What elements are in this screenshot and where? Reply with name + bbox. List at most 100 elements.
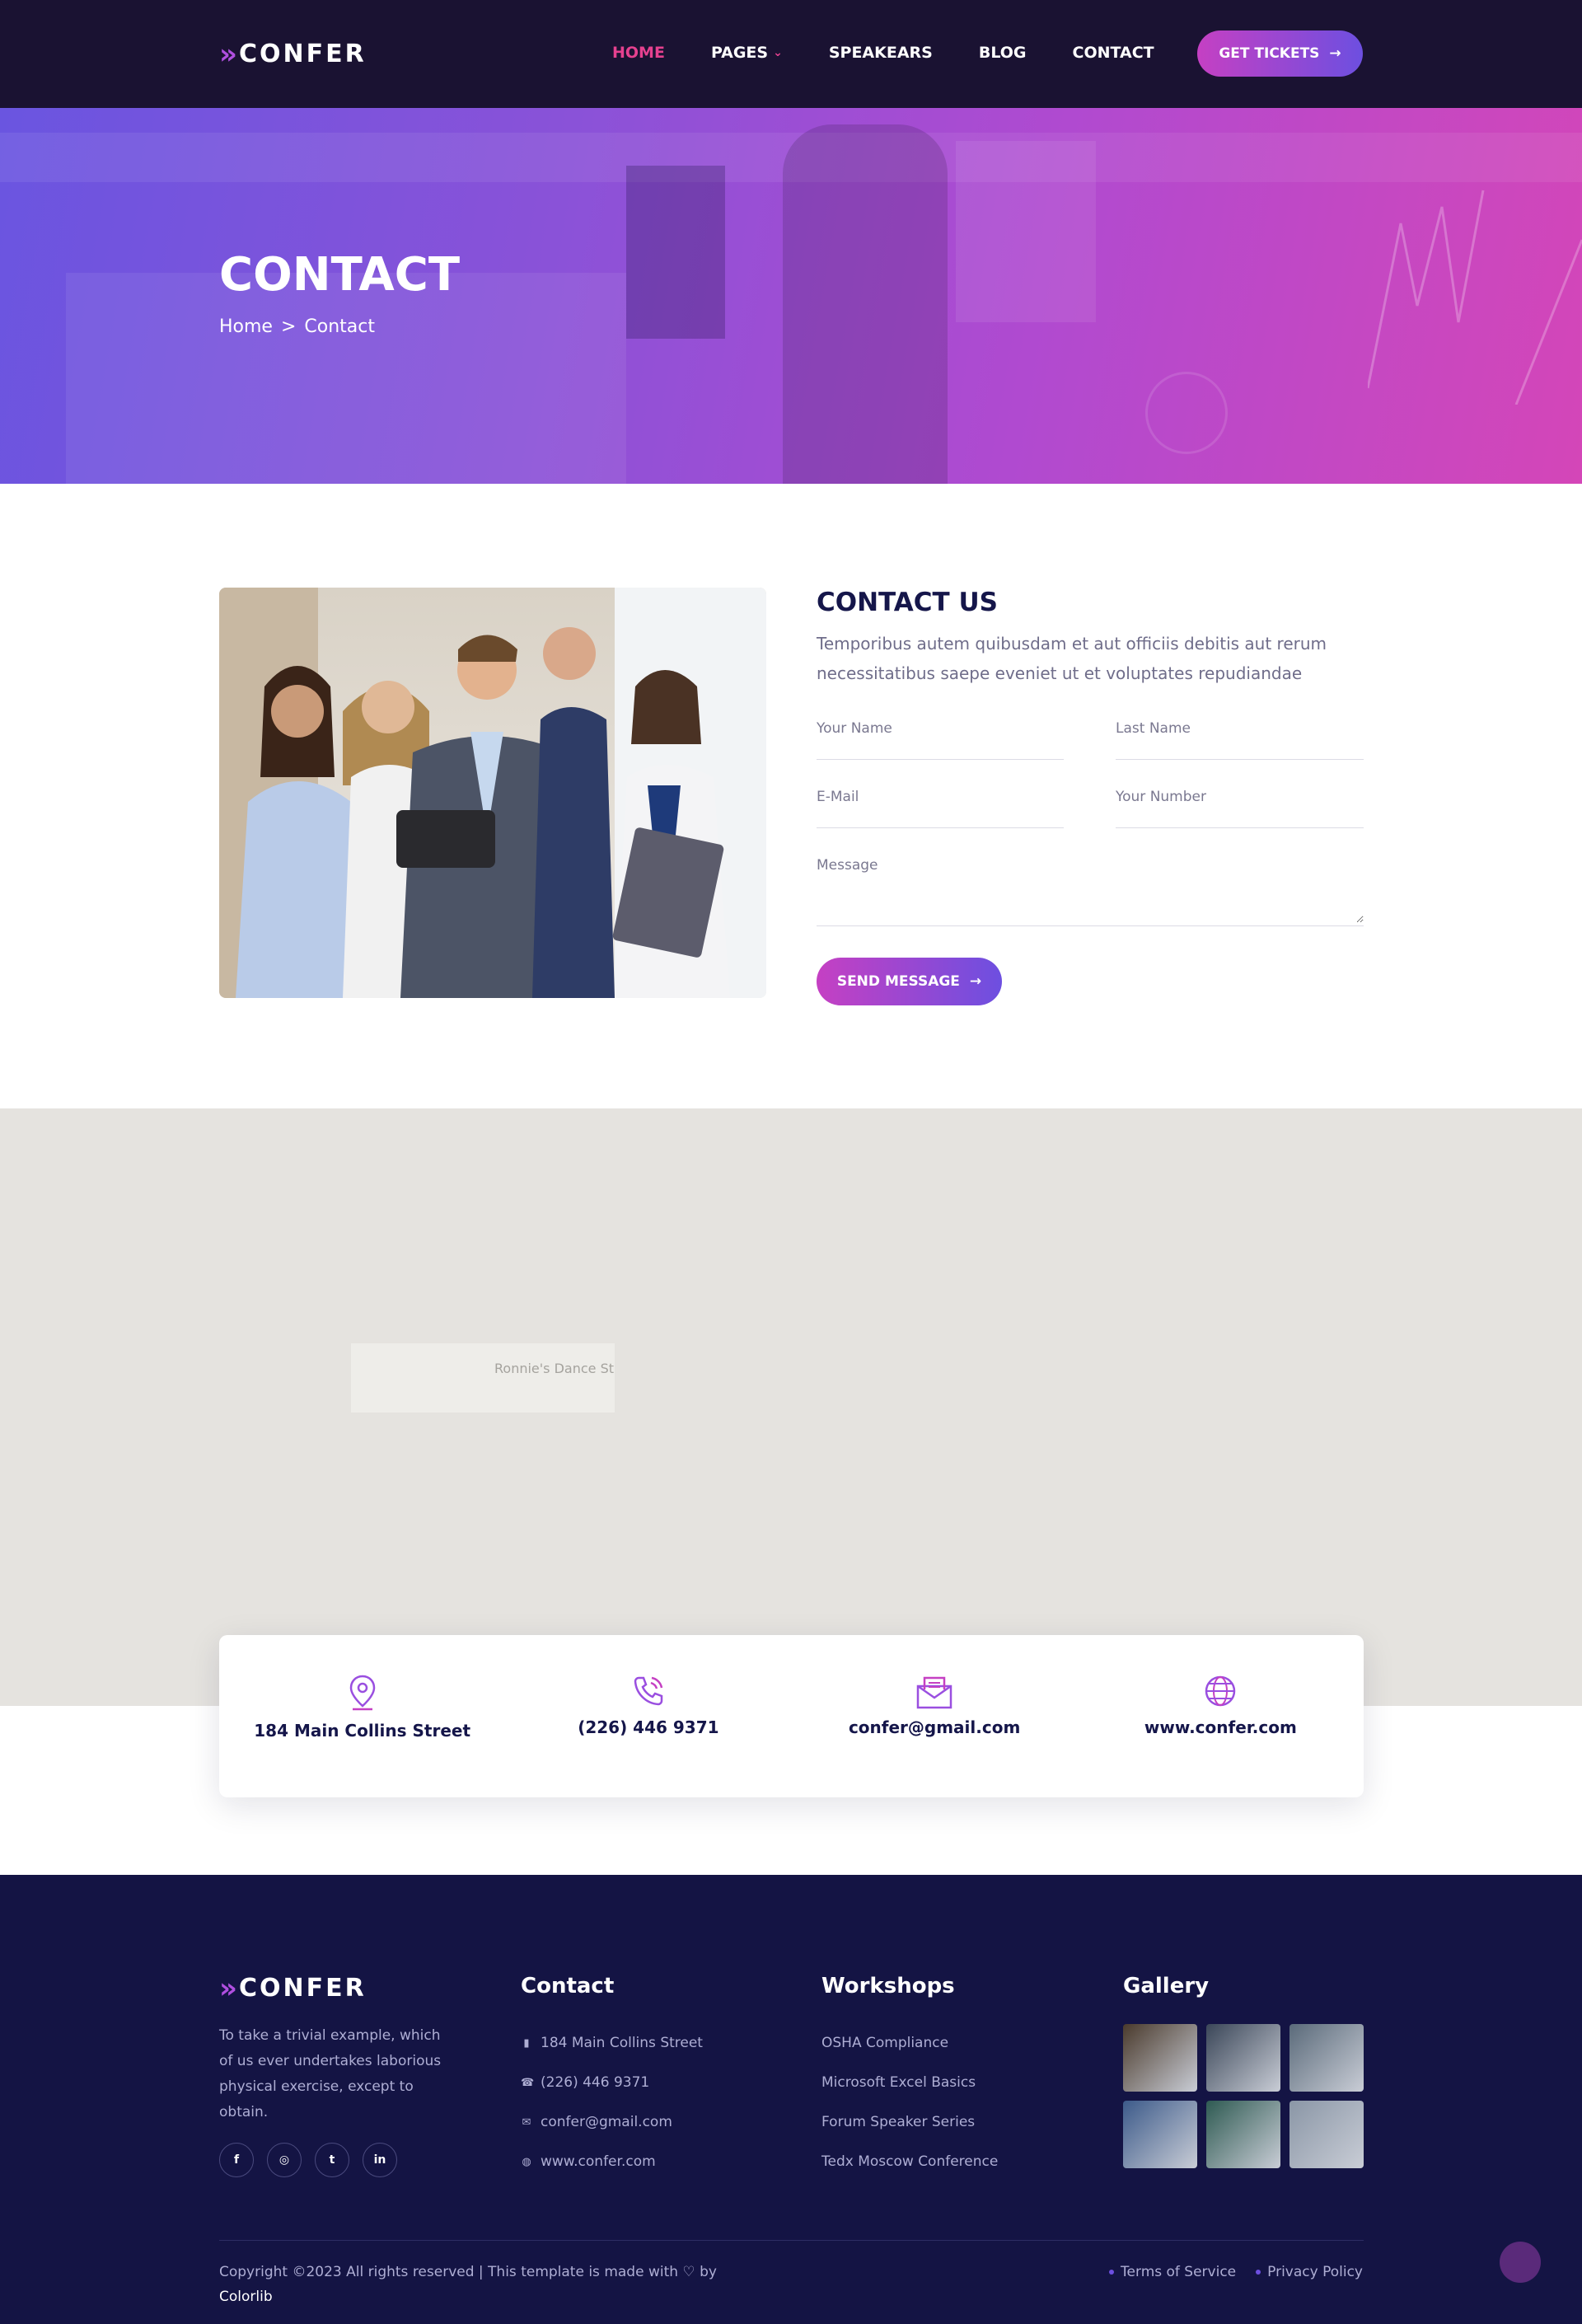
terms-link[interactable]: Terms of Service: [1109, 2264, 1236, 2280]
number-field: [1116, 789, 1364, 828]
nav-item-pages[interactable]: PAGES ⌄: [711, 44, 783, 62]
first-name-input[interactable]: [817, 720, 1064, 737]
first-name-field: [817, 720, 1064, 760]
hero-decoration: [626, 166, 725, 339]
footer-contact-email-text: confer@gmail.com: [541, 2114, 672, 2130]
colorlib-link[interactable]: Colorlib: [219, 2289, 273, 2305]
info-email: confer@gmail.com: [792, 1635, 1078, 1797]
top-navbar: » CONFER HOME PAGES ⌄ SPEAKEARS BLOG CON…: [0, 0, 1582, 108]
footer-about-text: To take a trivial example, which of us e…: [219, 2027, 442, 2120]
contact-title: CONTACT US: [817, 588, 998, 617]
bullet-icon: [1109, 2270, 1115, 2275]
workshop-link[interactable]: Tedx Moscow Conference: [821, 2142, 998, 2181]
footer-contact-address[interactable]: ▮ 184 Main Collins Street: [521, 2023, 703, 2063]
location-map[interactable]: Ronnie's Dance Stu: [0, 1108, 1582, 1706]
copyright-text: Copyright ©2023 All rights reserved | Th…: [219, 2264, 717, 2280]
gallery-thumbnail[interactable]: [1206, 2024, 1280, 2092]
footer-contact-website[interactable]: ◍ www.confer.com: [521, 2142, 703, 2181]
globe-icon: [1205, 1675, 1236, 1707]
hero-decoration: [956, 141, 1096, 322]
hero-decoration: [1368, 190, 1582, 405]
brand-name: CONFER: [238, 40, 367, 68]
workshop-link[interactable]: Forum Speaker Series: [821, 2102, 998, 2142]
site-footer: » CONFER To take a trivial example, whic…: [0, 1875, 1582, 2324]
mail-icon: ✉: [522, 2115, 531, 2129]
number-input[interactable]: [1116, 789, 1364, 805]
footer-contact-email[interactable]: ✉ confer@gmail.com: [521, 2102, 703, 2142]
message-field: [817, 857, 1364, 926]
breadcrumb-home-link[interactable]: Home: [219, 316, 273, 337]
legal-links: Terms of Service Privacy Policy: [1109, 2264, 1363, 2280]
privacy-link-label: Privacy Policy: [1267, 2264, 1363, 2280]
phone-icon: ☎: [521, 2076, 535, 2089]
nav-item-pages-label: PAGES: [710, 44, 769, 62]
facebook-icon[interactable]: f: [219, 2143, 254, 2177]
nav-item-blog[interactable]: BLOG: [979, 44, 1027, 62]
map-place-label: Ronnie's Dance Stu: [494, 1361, 615, 1376]
info-email-text: confer@gmail.com: [848, 1717, 1021, 1737]
map-icon: ▮: [523, 2036, 530, 2050]
contact-info-card: 184 Main Collins Street (226) 446 9371 c…: [219, 1635, 1364, 1797]
nav-item-home[interactable]: HOME: [612, 44, 665, 62]
breadcrumb: Home > Contact: [219, 316, 375, 337]
gallery-thumbnail[interactable]: [1123, 2101, 1197, 2168]
info-address: 184 Main Collins Street: [219, 1635, 505, 1797]
get-tickets-button[interactable]: GET TICKETS →: [1197, 30, 1363, 77]
envelope-icon: [916, 1676, 952, 1709]
send-message-button[interactable]: SEND MESSAGE →: [817, 958, 1002, 1005]
hero-decoration: [66, 273, 626, 484]
chevron-down-icon: ⌄: [773, 46, 783, 59]
arrow-right-icon: →: [1329, 45, 1341, 62]
twitter-icon[interactable]: t: [315, 2143, 349, 2177]
page-title: CONTACT: [219, 248, 461, 302]
last-name-field: [1116, 720, 1364, 760]
back-to-top-button[interactable]: [1500, 2242, 1541, 2283]
team-photo: [219, 588, 766, 998]
hero-decoration: [783, 124, 948, 484]
linkedin-icon[interactable]: in: [363, 2143, 397, 2177]
info-phone-text: (226) 446 9371: [578, 1717, 719, 1737]
privacy-link[interactable]: Privacy Policy: [1256, 2264, 1363, 2280]
last-name-input[interactable]: [1116, 720, 1364, 737]
gallery-thumbnail[interactable]: [1123, 2024, 1197, 2092]
page-hero: CONTACT Home > Contact: [0, 108, 1582, 484]
footer-gallery: [1123, 2024, 1364, 2168]
gallery-thumbnail[interactable]: [1206, 2101, 1280, 2168]
footer-workshops-list: OSHA Compliance Microsoft Excel Basics F…: [821, 2023, 998, 2181]
chevron-logo-icon: »: [219, 1971, 237, 2005]
team-photo-illustration: [219, 588, 766, 998]
email-input[interactable]: [817, 789, 1064, 805]
footer-contact-title: Contact: [521, 1974, 615, 1998]
info-website: www.confer.com: [1078, 1635, 1364, 1797]
arrow-right-icon: →: [969, 973, 982, 990]
workshop-link[interactable]: OSHA Compliance: [821, 2023, 998, 2063]
footer-contact-address-text: 184 Main Collins Street: [541, 2035, 703, 2051]
globe-icon: ◍: [522, 2155, 531, 2168]
footer-contact-phone-text: (226) 446 9371: [541, 2074, 650, 2091]
gallery-thumbnail[interactable]: [1289, 2024, 1364, 2092]
footer-brand-logo[interactable]: » CONFER: [219, 1974, 367, 2003]
footer-brand-name: CONFER: [238, 1974, 367, 2003]
gallery-thumbnail[interactable]: [1289, 2101, 1364, 2168]
footer-gallery-title: Gallery: [1123, 1974, 1210, 1998]
message-textarea[interactable]: [817, 857, 1364, 923]
breadcrumb-separator: >: [280, 316, 297, 337]
social-links: f ◎ t in: [219, 2143, 397, 2177]
workshop-link[interactable]: Microsoft Excel Basics: [821, 2063, 998, 2102]
send-message-label: SEND MESSAGE: [836, 973, 960, 990]
instagram-icon[interactable]: ◎: [267, 2143, 302, 2177]
terms-link-label: Terms of Service: [1121, 2264, 1237, 2280]
footer-contact-list: ▮ 184 Main Collins Street ☎ (226) 446 93…: [521, 2023, 703, 2181]
nav-item-speakers[interactable]: SPEAKEARS: [829, 44, 933, 62]
nav-item-contact[interactable]: CONTACT: [1073, 44, 1154, 62]
footer-workshops-title: Workshops: [821, 1974, 955, 1998]
email-field: [817, 789, 1064, 828]
footer-contact-phone[interactable]: ☎ (226) 446 9371: [521, 2063, 703, 2102]
brand-logo[interactable]: » CONFER: [219, 40, 367, 68]
map-building: [351, 1343, 615, 1413]
info-address-text: 184 Main Collins Street: [254, 1721, 471, 1741]
footer-contact-website-text: www.confer.com: [541, 2153, 656, 2170]
info-phone: (226) 446 9371: [505, 1635, 791, 1797]
chevron-logo-icon: »: [219, 37, 237, 71]
location-pin-icon: [349, 1675, 375, 1711]
